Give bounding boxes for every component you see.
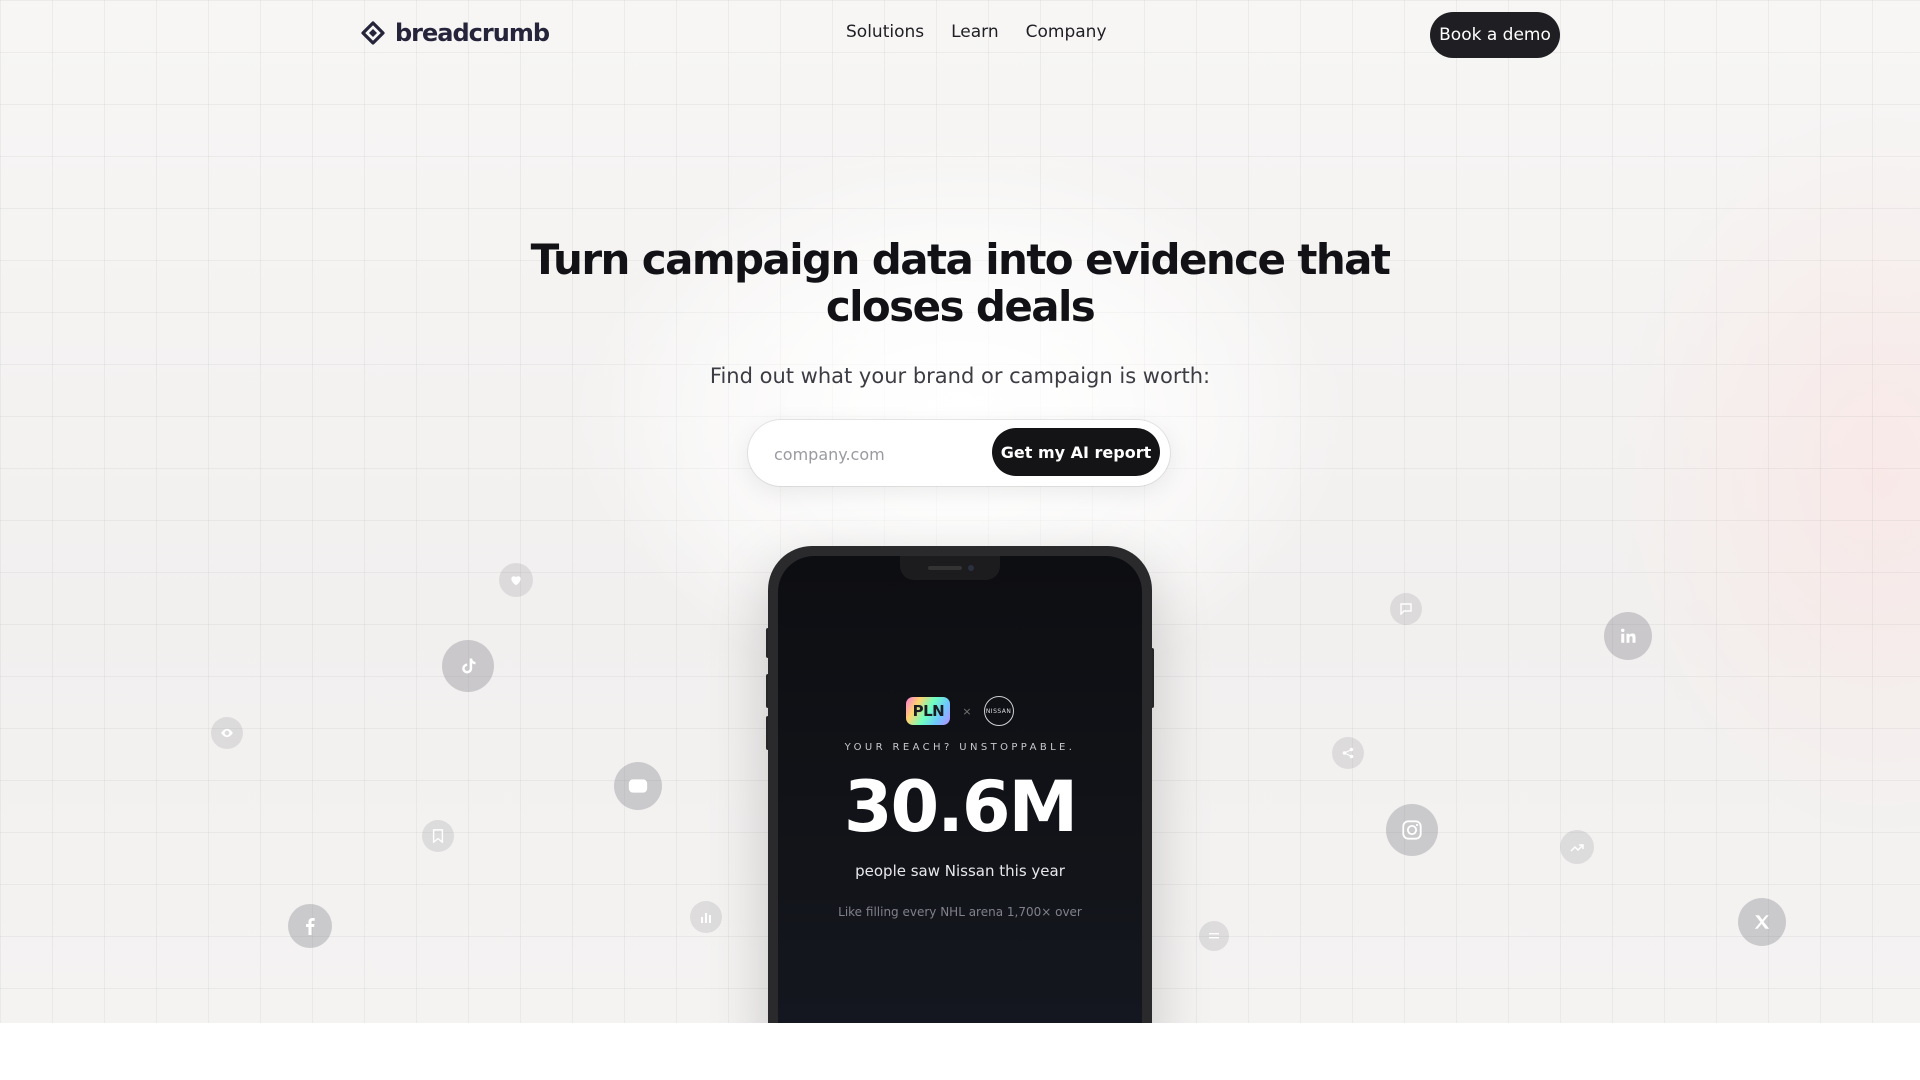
phone-screen: PLN × NISSAN YOUR REACH? UNSTOPPABLE. 30… <box>778 556 1142 1023</box>
nav-links: Solutions Learn Company <box>846 22 1107 42</box>
comment-icon <box>1390 593 1422 625</box>
instagram-icon <box>1386 804 1438 856</box>
nav-link-learn[interactable]: Learn <box>951 22 999 42</box>
logo-text: breadcrumb <box>395 19 550 47</box>
nav-link-company[interactable]: Company <box>1026 22 1107 42</box>
phone-notch <box>900 556 1000 580</box>
phone-mockup: PLN × NISSAN YOUR REACH? UNSTOPPABLE. 30… <box>768 546 1152 1023</box>
brand-lockup: PLN × NISSAN <box>778 696 1142 726</box>
nav-link-solutions[interactable]: Solutions <box>846 22 924 42</box>
brand-separator: × <box>962 704 972 718</box>
reach-tagline: YOUR REACH? UNSTOPPABLE. <box>844 742 1076 753</box>
logo[interactable]: breadcrumb <box>359 18 550 48</box>
reach-metric: 30.6M <box>843 766 1078 848</box>
subheadline: Find out what your brand or campaign is … <box>709 364 1211 388</box>
metric-description: people saw Nissan this year <box>855 862 1065 880</box>
nissan-logo: NISSAN <box>983 696 1014 726</box>
linkedin-icon <box>1604 612 1652 660</box>
pln-logo: PLN <box>906 697 951 725</box>
heart-icon <box>499 563 533 597</box>
facebook-icon <box>288 904 332 948</box>
eye-icon <box>211 717 243 749</box>
speaker-grille <box>928 566 962 570</box>
x-twitter-icon <box>1738 898 1786 946</box>
trending-icon <box>1560 830 1594 864</box>
bar-chart-icon <box>690 901 722 933</box>
breadcrumb-logo-icon <box>361 21 385 45</box>
book-demo-button[interactable]: Book a demo <box>1430 12 1560 58</box>
metric-comparison: Like filling every NHL arena 1,700× over <box>838 905 1082 919</box>
hero-section: breadcrumb Solutions Learn Company Book … <box>0 0 1920 1023</box>
top-nav: breadcrumb Solutions Learn Company Book … <box>0 0 1920 68</box>
get-ai-report-button[interactable]: Get my AI report <box>992 428 1160 476</box>
tiktok-icon <box>442 640 494 692</box>
list-icon <box>1199 921 1229 951</box>
report-form: Get my AI report <box>748 420 1170 486</box>
company-domain-input[interactable] <box>772 438 996 470</box>
youtube-icon <box>614 762 662 810</box>
bookmark-icon <box>422 820 454 852</box>
page-title: Turn campaign data into evidence that cl… <box>530 235 1391 331</box>
front-camera <box>968 565 974 571</box>
share-icon <box>1332 737 1364 769</box>
